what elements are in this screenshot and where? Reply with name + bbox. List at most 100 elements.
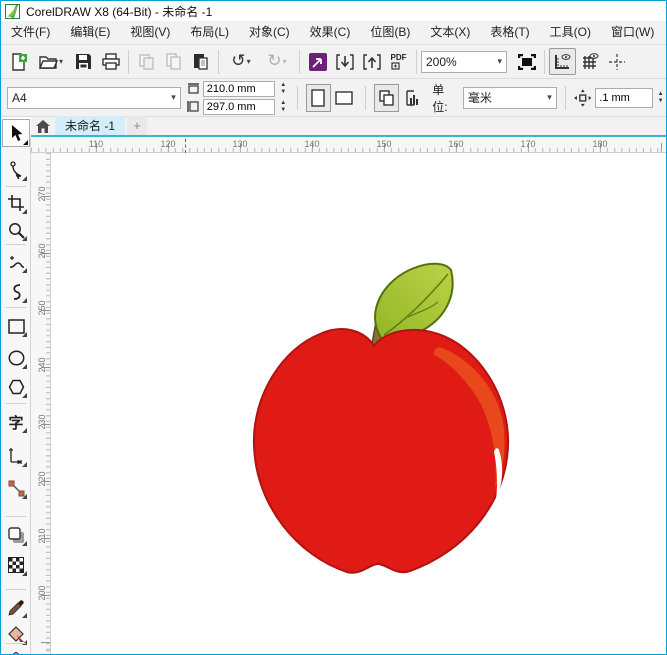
toolbox-separator — [6, 643, 26, 644]
current-page-button[interactable] — [399, 84, 424, 112]
menu-table[interactable]: 表格(T) — [480, 21, 539, 44]
menu-tools[interactable]: 工具(O) — [540, 21, 601, 44]
vruler-label: 260 — [37, 243, 47, 259]
page-size-dropdown-arrow: ▾ — [171, 92, 176, 102]
export-button[interactable] — [358, 48, 385, 75]
open-button[interactable]: ▾ — [32, 48, 70, 75]
nudge-spinner[interactable]: ▲ ▼ — [655, 91, 666, 105]
nudge-offset-input[interactable] — [595, 87, 654, 108]
show-grid-toggle[interactable] — [576, 48, 603, 75]
tool-parallel-dimension[interactable] — [3, 443, 29, 469]
paste-button[interactable] — [187, 48, 214, 75]
menu-layout[interactable]: 布局(L) — [180, 21, 239, 44]
crop-tool-icon — [8, 195, 24, 211]
save-button[interactable] — [70, 48, 97, 75]
units-dropdown-arrow: ▾ — [547, 92, 552, 102]
menu-edit[interactable]: 编辑(E) — [60, 21, 120, 44]
tool-polygon[interactable] — [3, 374, 29, 400]
tool-rectangle[interactable] — [3, 313, 29, 339]
page-size-combobox[interactable]: A4 ▾ — [7, 86, 181, 109]
home-icon — [36, 119, 50, 133]
page-height-input[interactable] — [202, 98, 275, 115]
drawing-canvas[interactable] — [52, 154, 667, 655]
coreldraw-window: CorelDRAW X8 (64-Bit) - 未命名 -1 文件(F) 编辑(… — [0, 0, 667, 655]
tool-drop-shadow[interactable] — [3, 522, 29, 548]
smart-fill-tool-icon — [12, 651, 19, 654]
redo-button[interactable]: ↻ ▾ — [259, 48, 295, 75]
standard-toolbar: ▾ ↺ ▾ ↻ ▾ PDF 200% ▾ — [1, 45, 666, 79]
portrait-orientation-button[interactable] — [305, 83, 332, 112]
tool-smart-fill[interactable] — [3, 647, 29, 654]
open-dropdown-arrow: ▾ — [58, 57, 63, 66]
toolbox-separator — [6, 244, 26, 245]
undo-dropdown-arrow: ▾ — [246, 57, 251, 66]
print-icon — [101, 53, 120, 70]
menu-effects[interactable]: 效果(C) — [300, 21, 361, 44]
menu-window[interactable]: 窗口(W) — [601, 21, 664, 44]
document-tab-active[interactable]: 未命名 -1 — [55, 116, 126, 135]
all-pages-button[interactable] — [373, 83, 399, 112]
search-content-button[interactable] — [304, 48, 331, 75]
window-title: CorelDRAW X8 (64-Bit) - 未命名 -1 — [26, 4, 213, 19]
zoom-level-combobox[interactable]: 200% ▾ — [421, 50, 507, 73]
apple-drawing[interactable] — [52, 154, 667, 655]
fullscreen-preview-icon — [517, 53, 536, 70]
menu-text[interactable]: 文本(X) — [420, 21, 480, 44]
new-document-button[interactable] — [5, 48, 32, 75]
apple-leaf[interactable] — [374, 262, 454, 341]
page-dimensions-group: ▲▼ ▲▼ — [187, 80, 289, 115]
horizontal-ruler[interactable]: 110 120 130 140 150 160 170 180 — [31, 139, 666, 153]
landscape-orientation-button[interactable] — [331, 84, 356, 112]
menu-view[interactable]: 视图(V) — [120, 21, 180, 44]
show-rulers-toggle[interactable] — [549, 48, 576, 75]
undo-button[interactable]: ↺ ▾ — [223, 48, 259, 75]
page-height-spinner[interactable]: ▲ ▼ — [278, 100, 289, 114]
tool-ellipse[interactable] — [3, 345, 29, 371]
toolbox-separator — [6, 516, 26, 517]
menu-object[interactable]: 对象(C) — [239, 21, 300, 44]
new-document-tab-button[interactable]: + — [127, 116, 148, 135]
undo-icon: ↺ — [231, 51, 246, 71]
tool-transparency[interactable] — [3, 552, 29, 578]
menu-bitmaps[interactable]: 位图(B) — [360, 21, 420, 44]
show-guidelines-toggle[interactable] — [603, 48, 630, 75]
propbar-separator — [296, 85, 298, 110]
publish-to-pdf-button[interactable]: PDF — [385, 48, 412, 75]
tool-connector[interactable] — [3, 475, 29, 501]
print-button[interactable] — [97, 48, 124, 75]
menu-file[interactable]: 文件(F) — [1, 21, 60, 44]
vruler-label: 230 — [37, 414, 47, 430]
toolbar-separator — [218, 49, 219, 74]
page-width-spinner[interactable]: ▲ ▼ — [278, 82, 289, 96]
paste-icon — [194, 54, 208, 70]
save-icon — [76, 54, 91, 69]
vruler-label: 270 — [37, 186, 47, 202]
copy-button[interactable] — [160, 48, 187, 75]
page-width-input[interactable] — [202, 80, 275, 97]
polygon-tool-icon — [8, 379, 24, 395]
tool-pick[interactable] — [2, 119, 30, 147]
tool-text[interactable]: 字 — [3, 409, 29, 435]
go-home-button[interactable] — [31, 117, 55, 135]
redo-dropdown-arrow: ▾ — [282, 57, 287, 66]
zoom-dropdown-arrow: ▾ — [497, 56, 502, 66]
title-bar: CorelDRAW X8 (64-Bit) - 未命名 -1 — [1, 1, 666, 21]
tool-zoom[interactable] — [3, 217, 29, 243]
tool-shape[interactable] — [3, 157, 29, 183]
transparency-tool-icon — [8, 557, 24, 573]
import-button[interactable] — [331, 48, 358, 75]
cut-button[interactable] — [133, 48, 160, 75]
tool-freehand[interactable] — [3, 249, 29, 275]
vruler-label: 210 — [37, 528, 47, 544]
text-tool-icon: 字 — [8, 414, 24, 432]
units-combobox[interactable]: 毫米 ▾ — [462, 86, 557, 109]
fullscreen-preview-button[interactable] — [513, 48, 540, 75]
tool-crop[interactable] — [3, 190, 29, 216]
all-pages-icon — [378, 89, 394, 106]
nudge-offset-icon — [573, 88, 592, 107]
grid-icon — [582, 52, 598, 69]
apple-body[interactable] — [252, 328, 510, 574]
tool-artistic-media[interactable] — [3, 279, 29, 305]
vertical-ruler[interactable]: 270 260 250 240 230 220 210 200 — [31, 153, 51, 654]
tool-color-eyedropper[interactable] — [3, 594, 29, 620]
